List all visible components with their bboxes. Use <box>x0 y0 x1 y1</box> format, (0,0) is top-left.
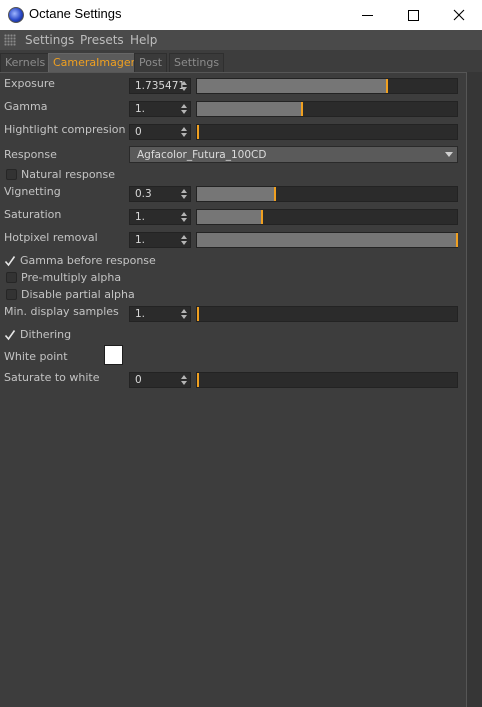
minimize-icon <box>361 14 373 16</box>
gamma-slider[interactable] <box>196 101 458 117</box>
chevron-down-icon <box>445 152 453 157</box>
saturate-to-white-slider[interactable] <box>196 372 458 388</box>
vignetting-slider[interactable] <box>196 186 458 202</box>
response-value: Agfacolor_Futura_100CD <box>137 149 267 161</box>
maximize-button[interactable] <box>390 0 436 30</box>
checkbox-unchecked-icon <box>6 169 17 180</box>
highlight-compression-slider[interactable] <box>196 124 458 140</box>
maximize-icon <box>407 9 419 21</box>
saturation-input[interactable]: 1. <box>129 209 191 225</box>
checkmark-icon <box>4 329 16 341</box>
gamma-input[interactable]: 1. <box>129 101 191 117</box>
menu-settings[interactable]: Settings <box>25 33 74 47</box>
hotpixel-removal-label: Hotpixel removal <box>4 231 98 244</box>
highlight-compression-input[interactable]: 0 <box>129 124 191 140</box>
spin-arrows-icon[interactable] <box>181 188 187 200</box>
white-point-label: White point <box>4 350 68 363</box>
slider-fill <box>197 233 457 247</box>
saturation-value: 1. <box>135 211 146 223</box>
vignetting-input[interactable]: 0.3 <box>129 186 191 202</box>
checkbox-unchecked-icon <box>6 289 17 300</box>
saturate-to-white-label: Saturate to white <box>4 371 100 384</box>
spin-arrows-icon[interactable] <box>181 126 187 138</box>
panel-divider <box>0 72 467 73</box>
dithering-label: Dithering <box>20 328 72 341</box>
slider-handle[interactable] <box>274 187 276 201</box>
tab-cameraimager[interactable]: CameraImager <box>48 53 141 72</box>
gamma-before-response-checkbox[interactable]: Gamma before response <box>4 254 156 267</box>
white-point-color-swatch[interactable] <box>104 345 123 365</box>
vignetting-label: Vignetting <box>4 185 61 198</box>
min-display-samples-slider[interactable] <box>196 306 458 322</box>
tab-strip: Kernels CameraImager Post Settings <box>0 52 482 72</box>
menu-presets[interactable]: Presets <box>80 33 124 47</box>
slider-fill <box>197 187 275 201</box>
window-title: Octane Settings <box>29 6 122 21</box>
gamma-value: 1. <box>135 103 146 115</box>
natural-response-label: Natural response <box>21 168 116 181</box>
spin-arrows-icon[interactable] <box>181 308 187 320</box>
slider-handle[interactable] <box>197 307 199 321</box>
slider-handle[interactable] <box>301 102 304 116</box>
spin-arrows-icon[interactable] <box>181 103 187 115</box>
hotpixel-removal-value: 1. <box>135 234 146 246</box>
close-button[interactable] <box>436 0 482 30</box>
spin-arrows-icon[interactable] <box>181 211 187 223</box>
saturate-to-white-input[interactable]: 0 <box>129 372 191 388</box>
tab-kernels[interactable]: Kernels <box>0 53 51 72</box>
gamma-label: Gamma <box>4 100 48 113</box>
slider-fill <box>197 210 262 224</box>
slider-handle[interactable] <box>456 233 458 247</box>
title-bar: Octane Settings <box>0 0 482 30</box>
spin-arrows-icon[interactable] <box>181 374 187 386</box>
premultiply-alpha-label: Pre-multiply alpha <box>21 271 122 284</box>
min-display-samples-value: 1. <box>135 308 146 320</box>
slider-fill <box>197 79 387 93</box>
disable-partial-alpha-checkbox[interactable]: Disable partial alpha <box>4 288 135 301</box>
highlight-compression-value: 0 <box>135 126 142 138</box>
close-icon <box>453 9 465 21</box>
dithering-checkbox[interactable]: Dithering <box>4 328 71 341</box>
exposure-slider[interactable] <box>196 78 458 94</box>
natural-response-checkbox[interactable]: Natural response <box>4 168 115 181</box>
saturation-label: Saturation <box>4 208 62 221</box>
minimize-button[interactable] <box>344 0 390 30</box>
exposure-label: Exposure <box>4 77 55 90</box>
vignetting-value: 0.3 <box>135 188 152 200</box>
menu-bar: Settings Presets Help <box>0 30 482 50</box>
slider-handle[interactable] <box>385 79 388 93</box>
tab-post[interactable]: Post <box>134 53 168 72</box>
min-display-samples-input[interactable]: 1. <box>129 306 191 322</box>
tab-settings[interactable]: Settings <box>169 53 225 72</box>
checkbox-unchecked-icon <box>6 272 17 283</box>
grip-handle-icon[interactable] <box>4 34 16 46</box>
slider-handle[interactable] <box>197 125 199 139</box>
side-strip <box>467 72 482 707</box>
slider-handle[interactable] <box>261 210 263 224</box>
hotpixel-removal-input[interactable]: 1. <box>129 232 191 248</box>
response-label: Response <box>4 148 57 161</box>
gamma-before-response-label: Gamma before response <box>20 254 156 267</box>
cinema4d-icon <box>8 7 24 23</box>
exposure-input[interactable]: 1.735471 <box>129 78 191 94</box>
slider-handle[interactable] <box>197 373 199 387</box>
spin-arrows-icon[interactable] <box>181 234 187 246</box>
highlight-compression-label: Hightlight compresion <box>4 123 126 136</box>
response-dropdown[interactable]: Agfacolor_Futura_100CD <box>129 146 458 163</box>
disable-partial-alpha-label: Disable partial alpha <box>21 288 135 301</box>
menu-help[interactable]: Help <box>130 33 157 47</box>
hotpixel-removal-slider[interactable] <box>196 232 458 248</box>
spin-arrows-icon[interactable] <box>181 80 187 92</box>
checkmark-icon <box>4 255 16 267</box>
min-display-samples-label: Min. display samples <box>4 305 119 318</box>
exposure-value: 1.735471 <box>135 80 186 92</box>
saturate-to-white-value: 0 <box>135 374 142 386</box>
saturation-slider[interactable] <box>196 209 458 225</box>
slider-fill <box>197 102 303 116</box>
premultiply-alpha-checkbox[interactable]: Pre-multiply alpha <box>4 271 121 284</box>
